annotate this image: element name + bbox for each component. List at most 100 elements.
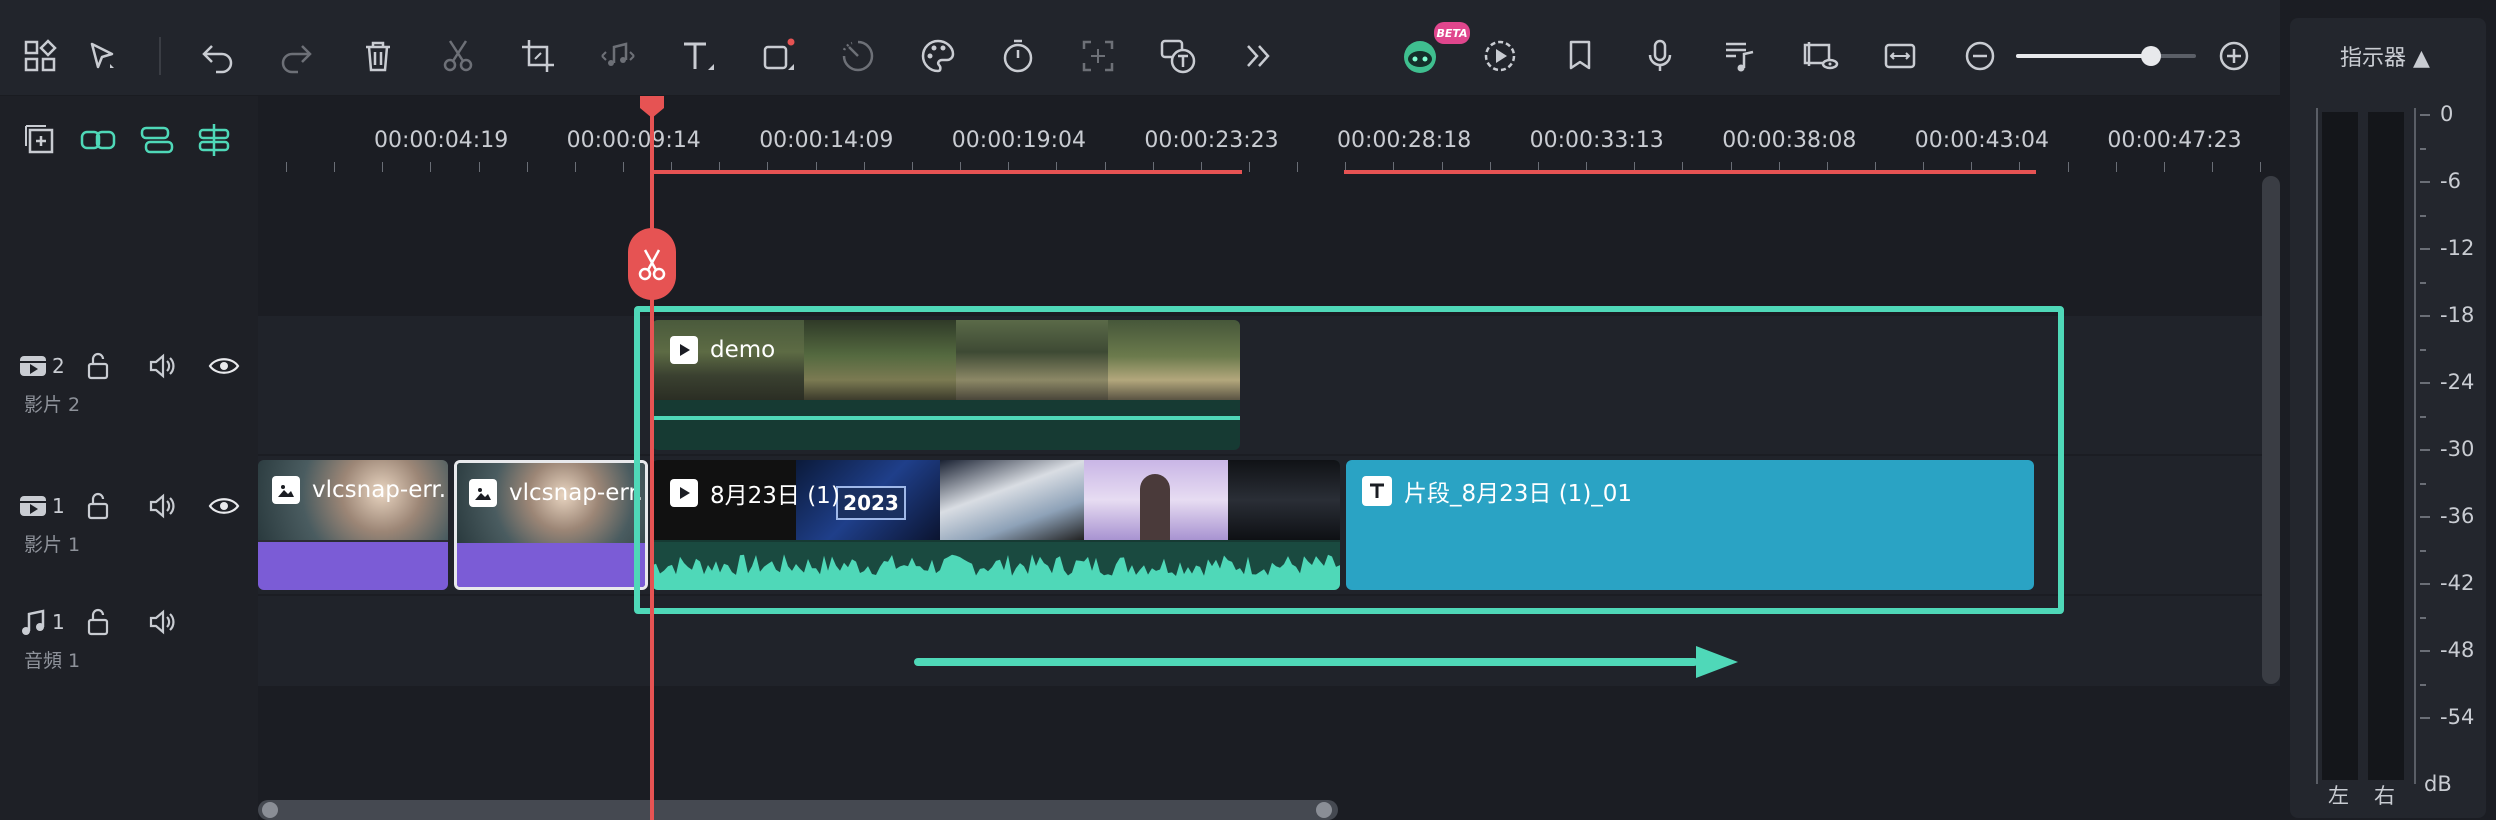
ruler-timecode: 00:00:23:23 <box>1144 128 1279 153</box>
scrollbar-right-handle[interactable] <box>1316 802 1332 818</box>
zoom-slider[interactable] <box>2016 46 2196 66</box>
clip-vlcsnap-2[interactable]: vlcsnap-err... <box>454 460 648 590</box>
ruler-timecode: 00:00:33:13 <box>1529 128 1664 153</box>
playhead-line[interactable] <box>650 98 654 820</box>
render-preview-icon[interactable] <box>1468 24 1532 88</box>
clip-color-bar <box>258 542 448 590</box>
audio-detach-icon[interactable] <box>586 24 650 88</box>
timeline-horizontal-scrollbar[interactable] <box>258 800 1338 820</box>
db-tick-minor <box>2420 281 2426 284</box>
ruler-tick <box>382 162 383 172</box>
text-icon[interactable] <box>666 24 730 88</box>
timeline-vertical-scrollbar[interactable] <box>2262 176 2280 684</box>
fit-icon[interactable] <box>1868 24 1932 88</box>
clip-vlcsnap-1[interactable]: vlcsnap-err... <box>258 460 448 590</box>
render-range-bar <box>1344 170 2036 174</box>
ruler-tick <box>479 162 480 172</box>
ruler-tick <box>286 162 287 172</box>
db-label: -42 <box>2440 571 2475 595</box>
db-label: -12 <box>2440 236 2475 260</box>
split-icon[interactable] <box>124 108 188 172</box>
db-tick-minor <box>2420 549 2426 552</box>
ai-portrait-icon[interactable] <box>1066 24 1130 88</box>
track-label: 影片 1 <box>24 534 81 556</box>
db-tick <box>2420 583 2430 585</box>
selection-highlight-box <box>634 306 2064 614</box>
track-number: 1 <box>52 610 65 634</box>
music-icon[interactable] <box>1708 24 1772 88</box>
clip-title: vlcsnap-err... <box>469 479 645 507</box>
undo-icon[interactable] <box>186 24 250 88</box>
eye-icon[interactable] <box>206 488 242 528</box>
beta-badge: BETA <box>1434 22 1470 44</box>
meter-frame <box>2316 108 2318 784</box>
db-tick <box>2420 114 2430 116</box>
layout-icon[interactable] <box>8 24 72 88</box>
playhead-scissors-button[interactable] <box>628 228 676 300</box>
db-label: dB <box>2424 772 2452 796</box>
ruler-tick <box>2068 162 2069 172</box>
shape-icon[interactable] <box>746 24 810 88</box>
ruler-tick <box>623 162 624 172</box>
duration-icon[interactable] <box>986 24 1050 88</box>
ruler-timecode: 00:00:19:04 <box>951 128 1087 153</box>
time-ruler[interactable]: 00:00:04:19 00:00:09:14 00:00:14:09 00:00:1… <box>258 96 2280 196</box>
meter-left-label: 左 <box>2328 784 2349 808</box>
video-track-icon <box>20 356 46 376</box>
link-icon[interactable] <box>66 108 130 172</box>
lock-icon[interactable] <box>80 604 116 644</box>
magnetic-icon[interactable] <box>182 108 246 172</box>
add-track-icon[interactable] <box>8 108 72 172</box>
track-label: 影片 2 <box>24 394 81 416</box>
speaker-icon[interactable] <box>144 348 180 388</box>
zoom-slider-fill <box>2016 54 2151 58</box>
ruler-tick <box>2164 162 2165 172</box>
zoom-in-icon[interactable] <box>2202 24 2266 88</box>
redo-icon[interactable] <box>264 24 328 88</box>
move-arrow-annotation <box>914 646 1738 678</box>
zoom-slider-handle[interactable] <box>2141 46 2161 66</box>
db-tick-minor <box>2420 482 2426 485</box>
timeline-toolbar: BETA <box>0 0 2280 96</box>
meter-bar-left <box>2322 112 2358 780</box>
select-arrow-icon[interactable] <box>70 24 134 88</box>
meter-right-label: 右 <box>2374 784 2395 808</box>
lock-icon[interactable] <box>80 488 116 528</box>
speaker-icon[interactable] <box>144 488 180 528</box>
db-tick-minor <box>2420 616 2426 619</box>
snapshot-icon[interactable] <box>1788 24 1852 88</box>
voiceover-icon[interactable] <box>1628 24 1692 88</box>
meter-bar-right <box>2368 112 2404 780</box>
crop-icon[interactable] <box>506 24 570 88</box>
playhead-handle[interactable] <box>638 94 666 120</box>
eye-icon[interactable] <box>206 348 242 388</box>
scrollbar-left-handle[interactable] <box>262 802 278 818</box>
db-label: -24 <box>2440 370 2475 394</box>
speed-icon[interactable] <box>826 24 890 88</box>
db-tick <box>2420 449 2430 451</box>
lock-icon[interactable] <box>80 348 116 388</box>
db-label: -48 <box>2440 638 2475 662</box>
track-header-panel: 2 影片 2 1 影片 1 1 音頻 1 <box>0 96 258 820</box>
clip-color-bar <box>457 543 645 587</box>
db-label: 0 <box>2440 102 2454 126</box>
delete-icon[interactable] <box>346 24 410 88</box>
ruler-tick <box>2260 162 2261 172</box>
ruler-tick <box>1297 162 1298 172</box>
db-tick <box>2420 516 2430 518</box>
more-icon[interactable] <box>1226 24 1290 88</box>
track-number: 2 <box>52 354 65 378</box>
db-tick-minor <box>2420 415 2426 418</box>
speaker-icon[interactable] <box>144 604 180 644</box>
track-number: 1 <box>52 494 65 518</box>
ruler-tick <box>575 162 576 172</box>
toolbar-separator <box>159 37 161 75</box>
cut-icon[interactable] <box>426 24 490 88</box>
audio-meter-panel: 指示器 ▲ 0 -6 -12 -18 -24 -30 -36 -42 -48 -54 dB 左 右 <box>2290 18 2486 818</box>
image-icon <box>469 479 497 507</box>
speech-to-text-icon[interactable] <box>1146 24 1210 88</box>
zoom-out-icon[interactable] <box>1948 24 2012 88</box>
meter-title[interactable]: 指示器 ▲ <box>2340 40 2430 72</box>
color-icon[interactable] <box>906 24 970 88</box>
marker-icon[interactable] <box>1548 24 1612 88</box>
